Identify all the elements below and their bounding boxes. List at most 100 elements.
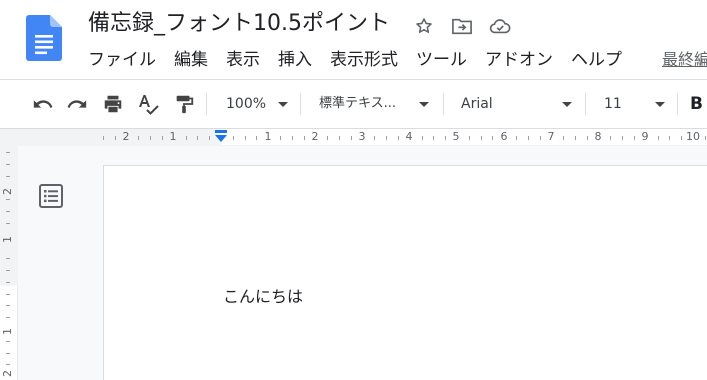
toolbar: 100% 標準テキス... Arial 11 B xyxy=(0,80,707,128)
document-title[interactable]: 備忘録_フォント10.5ポイント xyxy=(88,8,390,40)
ruler-label: 6 xyxy=(500,130,508,143)
move-to-folder-icon[interactable] xyxy=(450,14,474,38)
ruler-tick xyxy=(468,136,470,140)
ruler-tick xyxy=(539,136,541,140)
ruler-tick xyxy=(280,136,281,140)
ruler-tick xyxy=(209,136,211,140)
ruler-tick xyxy=(339,136,340,140)
vertical-ruler-tick xyxy=(6,317,10,319)
ruler-tick xyxy=(445,136,447,140)
ruler-label: 9 xyxy=(641,130,649,143)
last-edit-link[interactable]: 最終編 xyxy=(662,48,707,72)
ruler-tick xyxy=(291,136,293,140)
toolbar-divider xyxy=(206,93,207,115)
ruler-tick xyxy=(398,136,399,140)
vertical-ruler-tick xyxy=(6,305,10,307)
chevron-down-icon xyxy=(562,102,572,107)
zoom-value: 100% xyxy=(226,96,267,112)
zoom-select[interactable]: 100% xyxy=(226,92,292,116)
ruler-tick xyxy=(610,136,612,140)
vertical-ruler-label: 2 xyxy=(1,370,14,377)
menu-bar: ファイル 編集 表示 挿入 表示形式 ツール アドオン ヘルプ xyxy=(88,48,640,72)
star-icon[interactable] xyxy=(412,14,436,38)
ruler-tick xyxy=(681,136,683,140)
vertical-ruler-tick xyxy=(6,270,10,271)
indent-marker-icon[interactable] xyxy=(213,129,229,145)
paint-format-icon[interactable] xyxy=(172,92,196,116)
ruler-tick xyxy=(256,136,258,140)
ruler-label: 4 xyxy=(405,130,413,143)
vertical-ruler-tick xyxy=(6,340,10,342)
ruler-tick xyxy=(303,136,305,140)
ruler-tick xyxy=(669,136,671,140)
ruler-label: 7 xyxy=(547,130,555,143)
ruler-tick xyxy=(350,136,352,140)
bold-button[interactable]: B xyxy=(690,92,703,116)
vertical-ruler-label: 2 xyxy=(1,188,14,195)
document-body-text[interactable]: こんにちは xyxy=(223,286,303,308)
vertical-ruler-tick xyxy=(6,281,10,283)
vertical-ruler-tick xyxy=(6,211,10,212)
font-size-value: 11 xyxy=(604,96,622,112)
ruler-tick xyxy=(657,136,659,140)
ruler-tick xyxy=(150,136,152,140)
font-family-value: Arial xyxy=(461,96,493,112)
ruler-label: 10 xyxy=(686,130,700,143)
ruler-tick xyxy=(232,136,234,140)
ruler-label: 8 xyxy=(594,130,602,143)
document-page[interactable] xyxy=(103,165,707,380)
vertical-ruler-tick xyxy=(6,364,10,366)
ruler-tick xyxy=(575,136,576,140)
ruler-label: 2 xyxy=(311,130,319,143)
ruler-tick xyxy=(327,136,329,140)
ruler-tick xyxy=(244,136,246,140)
menu-insert[interactable]: 挿入 xyxy=(278,48,312,72)
menu-edit[interactable]: 編集 xyxy=(174,48,208,72)
vertical-ruler-tick xyxy=(6,175,10,177)
paragraph-style-select[interactable]: 標準テキス... xyxy=(319,92,431,116)
ruler-tick xyxy=(563,136,565,140)
vertical-ruler-tick xyxy=(6,352,10,354)
vertical-ruler-label: 1 xyxy=(1,328,14,335)
ruler-label: 1 xyxy=(169,130,177,143)
horizontal-ruler[interactable]: 2 1 1 2 3 4 5 6 7 8 9 10 xyxy=(103,129,707,145)
redo-icon[interactable] xyxy=(65,92,89,116)
vertical-ruler-tick xyxy=(6,222,10,224)
ruler-tick xyxy=(586,136,588,140)
toolbar-divider xyxy=(677,93,678,115)
ruler-tick xyxy=(162,136,163,140)
ruler-label: 2 xyxy=(122,130,130,143)
ruler-tick xyxy=(622,136,624,140)
paragraph-style-value: 標準テキス... xyxy=(319,96,397,111)
ruler-label: 1 xyxy=(264,130,272,143)
vertical-ruler-margin xyxy=(0,146,18,286)
menu-help[interactable]: ヘルプ xyxy=(571,48,622,72)
ruler-tick xyxy=(185,136,187,140)
font-size-select[interactable]: 11 xyxy=(604,92,666,116)
print-icon[interactable] xyxy=(101,92,125,116)
vertical-ruler-tick xyxy=(6,293,10,295)
menu-addons[interactable]: アドオン xyxy=(485,48,553,72)
ruler-tick xyxy=(480,136,482,140)
menu-view[interactable]: 表示 xyxy=(226,48,260,72)
google-docs-icon[interactable] xyxy=(26,15,62,61)
ruler-tick xyxy=(103,136,104,140)
menu-format[interactable]: 表示形式 xyxy=(330,48,398,72)
vertical-ruler[interactable]: 2 1 1 2 xyxy=(0,146,18,380)
ruler-tick xyxy=(114,136,116,140)
ruler-tick xyxy=(527,136,529,140)
ruler-tick xyxy=(374,136,376,140)
menu-file[interactable]: ファイル xyxy=(88,48,156,72)
menu-tools[interactable]: ツール xyxy=(416,48,467,72)
font-family-select[interactable]: Arial xyxy=(461,92,573,116)
app-header: 備忘録_フォント10.5ポイント ファイル 編集 表示 挿入 表示形式 ツール … xyxy=(0,0,707,80)
vertical-ruler-tick xyxy=(6,152,10,153)
document-outline-icon[interactable] xyxy=(38,183,64,209)
chevron-down-icon xyxy=(419,102,429,107)
ruler-tick xyxy=(197,136,199,140)
cloud-saved-icon[interactable] xyxy=(488,14,512,38)
spellcheck-icon[interactable] xyxy=(136,92,160,116)
ruler-tick xyxy=(704,136,706,140)
ruler-tick xyxy=(433,136,435,140)
undo-icon[interactable] xyxy=(31,92,55,116)
